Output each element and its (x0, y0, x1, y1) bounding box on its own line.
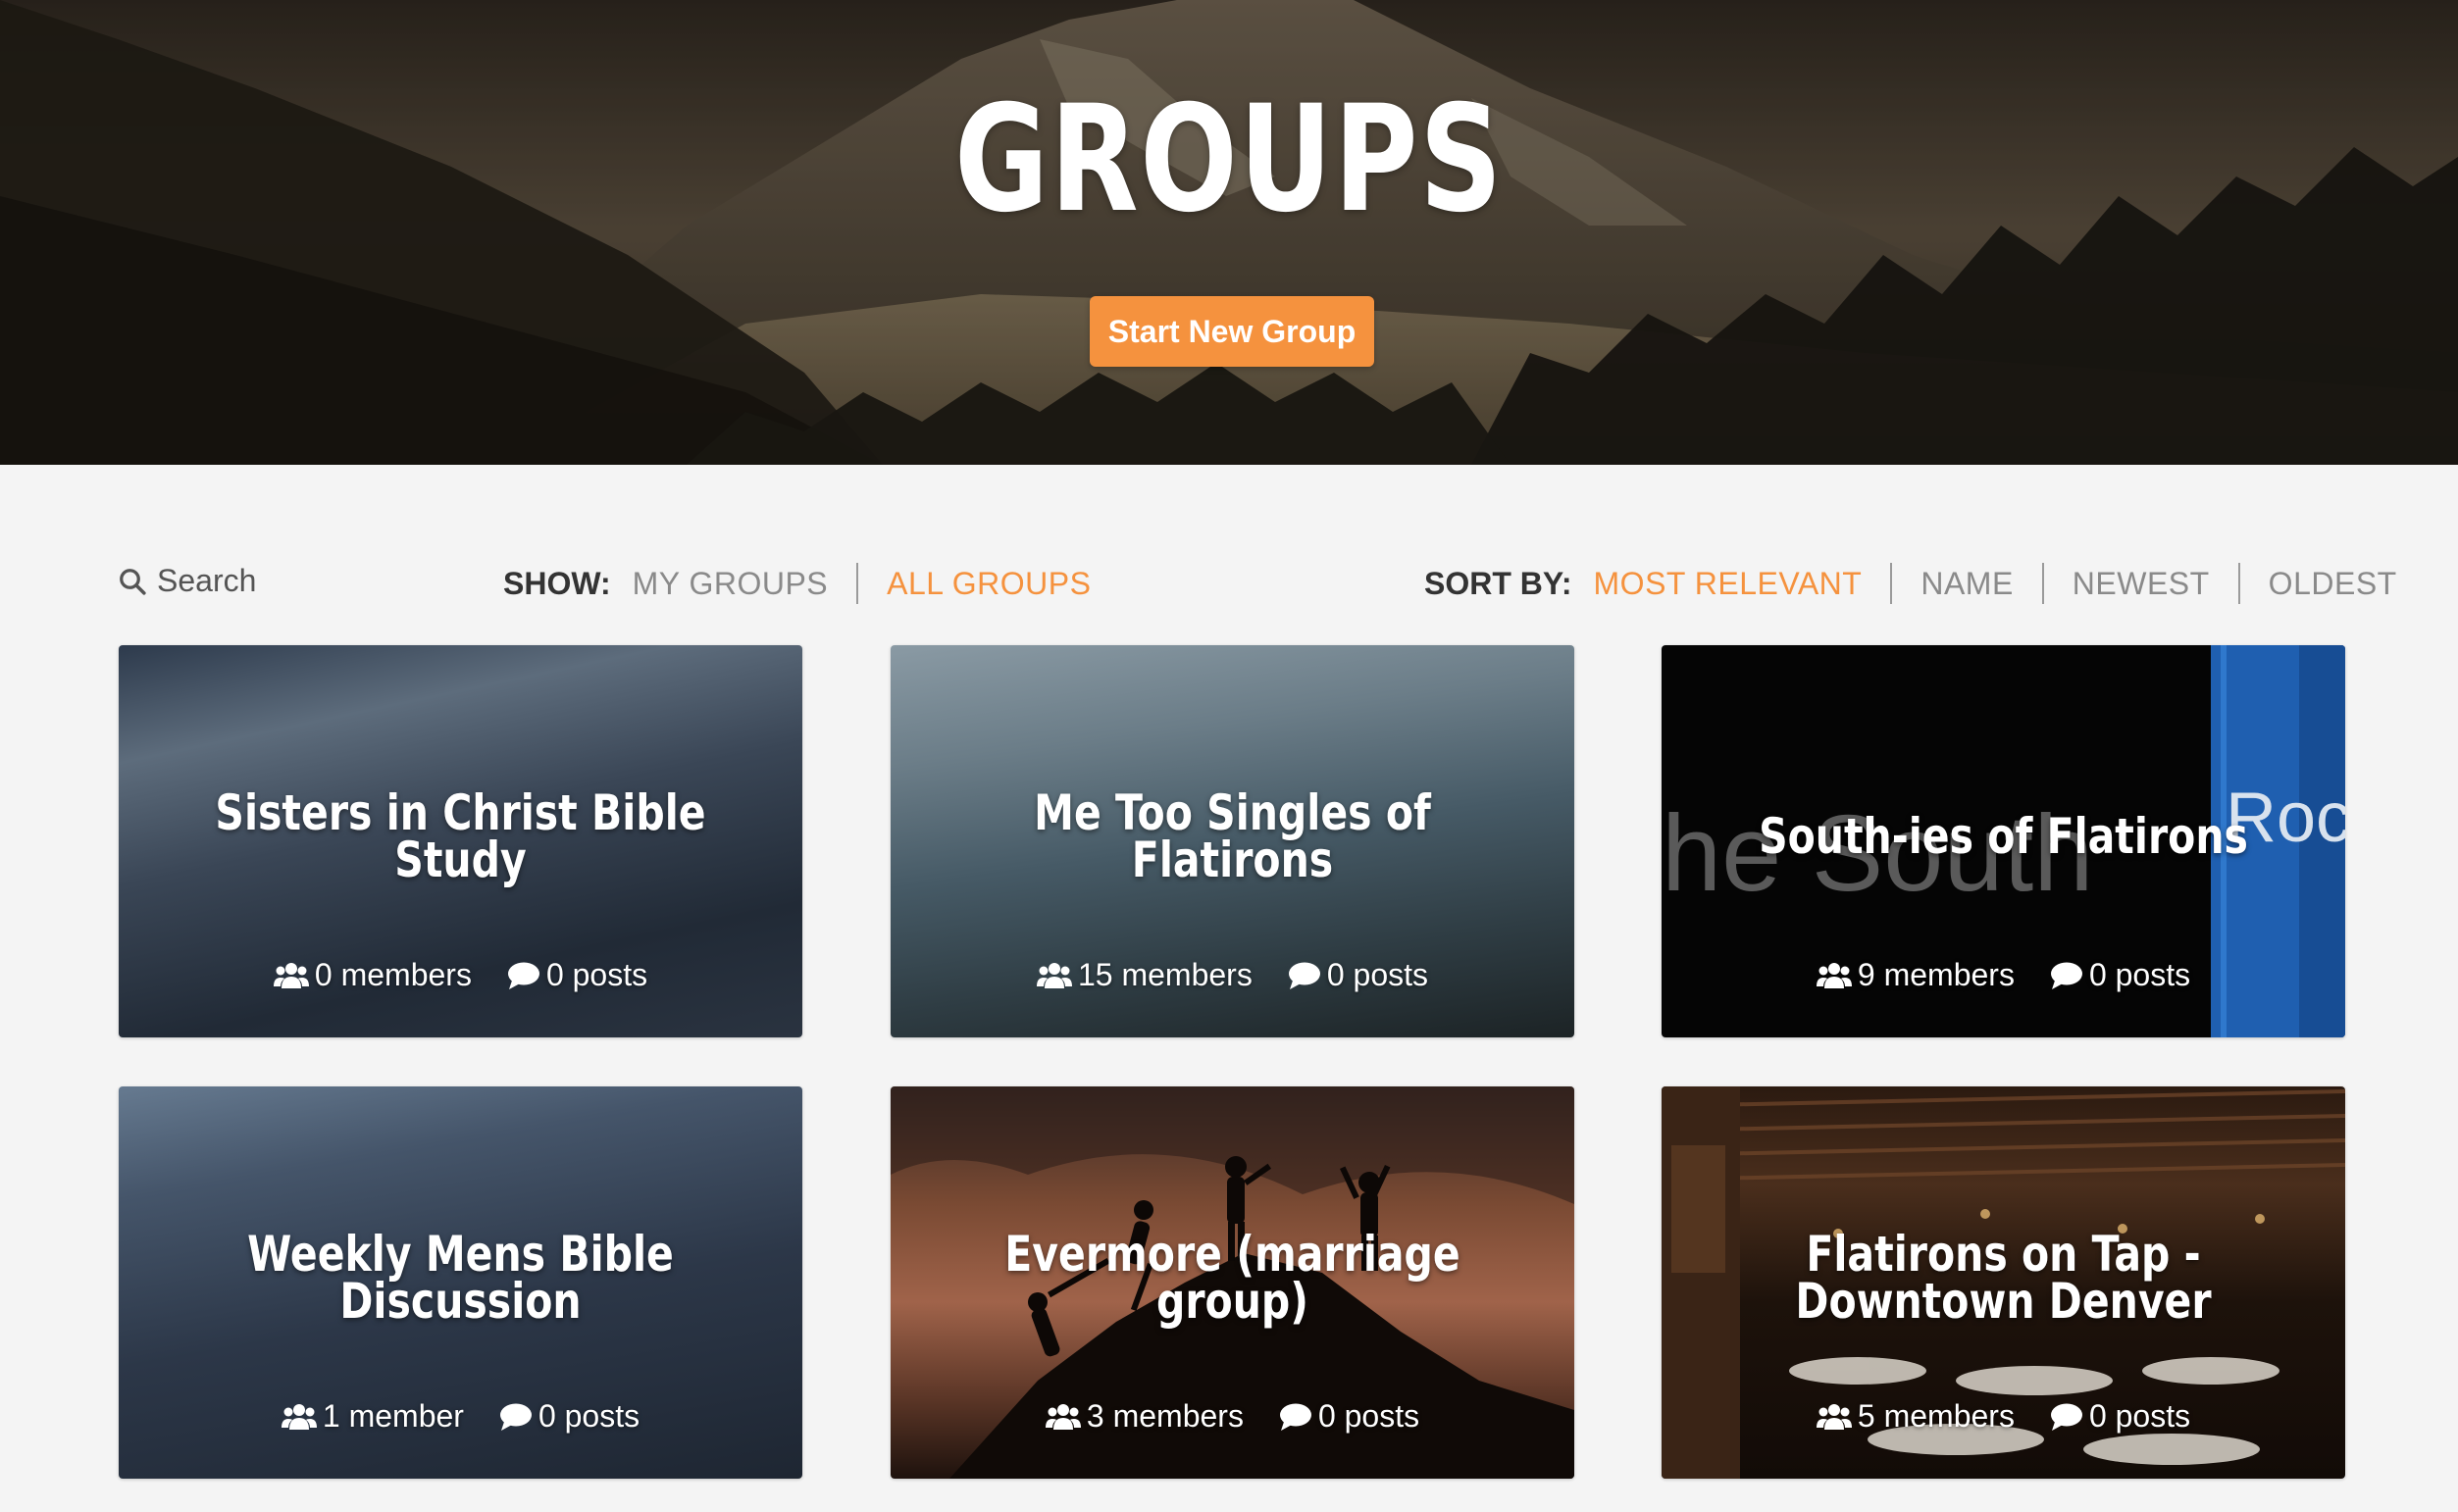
page-title: GROUPS (954, 75, 1504, 245)
group-card[interactable]: he South Roc South-ies of Flatirons 9 me… (1662, 645, 2345, 1037)
member-count: 3 members (1045, 1398, 1244, 1435)
group-stats: 3 members 0 posts (891, 1398, 1574, 1435)
post-count-text: 0 posts (1317, 1398, 1420, 1434)
post-count-text: 0 posts (2088, 1398, 2191, 1434)
groups-toolbar: SHOW: MY GROUPS ALL GROUPS SORT BY: MOST… (0, 549, 2458, 618)
search-input[interactable] (157, 563, 451, 599)
post-count: 0 posts (507, 957, 647, 993)
users-icon (1045, 1403, 1081, 1430)
group-card[interactable]: Weekly Mens Bible Discussion 1 member 0 … (119, 1086, 802, 1479)
sort-filter: SORT BY: MOST RELEVANT NAME NEWEST OLDES… (1424, 563, 2426, 604)
group-card[interactable]: Sisters in Christ Bible Study 0 members … (119, 645, 802, 1037)
show-option-all-groups[interactable]: ALL GROUPS (856, 563, 1119, 604)
search-box[interactable] (118, 563, 451, 599)
users-icon (1816, 1403, 1852, 1430)
comment-icon (2050, 1403, 2082, 1431)
member-count: 9 members (1816, 957, 2015, 993)
post-count: 0 posts (1288, 957, 1428, 993)
group-card[interactable]: Flatirons on Tap - Downtown Denver 5 mem… (1662, 1086, 2345, 1479)
member-count: 15 members (1036, 957, 1253, 993)
group-stats: 15 members 0 posts (891, 957, 1574, 993)
post-count: 0 posts (2050, 1398, 2190, 1435)
comment-icon (1279, 1403, 1311, 1431)
comment-icon (1288, 962, 1320, 989)
post-count-text: 0 posts (2088, 957, 2191, 992)
users-icon (1816, 962, 1852, 988)
member-count-text: 0 members (314, 957, 472, 992)
sort-option-newest[interactable]: NEWEST (2041, 563, 2238, 604)
users-icon (273, 962, 309, 988)
comment-icon (499, 1403, 532, 1431)
show-option-my-groups[interactable]: MY GROUPS (633, 563, 857, 604)
post-count-text: 0 posts (1326, 957, 1428, 992)
member-count-text: 9 members (1857, 957, 2015, 992)
users-icon (1036, 962, 1072, 988)
post-count: 0 posts (1279, 1398, 1419, 1435)
member-count-text: 15 members (1077, 957, 1253, 992)
member-count-text: 5 members (1857, 1398, 2015, 1434)
users-icon (281, 1403, 317, 1430)
hero-banner: GROUPS Start New Group (0, 0, 2458, 465)
member-count-text: 1 member (322, 1398, 464, 1434)
show-filter: SHOW: MY GROUPS ALL GROUPS (503, 563, 1119, 604)
member-count: 1 member (281, 1398, 464, 1435)
post-count: 0 posts (499, 1398, 640, 1435)
sort-option-oldest[interactable]: OLDEST (2237, 563, 2426, 604)
sort-label: SORT BY: (1424, 565, 1572, 601)
group-stats: 9 members 0 posts (1662, 957, 2345, 993)
group-card[interactable]: Me Too Singles of Flatirons 15 members 0… (891, 645, 1574, 1037)
group-stats: 5 members 0 posts (1662, 1398, 2345, 1435)
sort-option-name[interactable]: NAME (1890, 563, 2041, 604)
member-count-text: 3 members (1086, 1398, 1244, 1434)
post-count: 0 posts (2050, 957, 2190, 993)
search-icon (120, 568, 146, 595)
show-label: SHOW: (503, 565, 611, 601)
comment-icon (2050, 962, 2082, 989)
sort-option-most-relevant[interactable]: MOST RELEVANT (1594, 563, 1891, 604)
group-card[interactable]: Evermore (marriage group) 3 members 0 po… (891, 1086, 1574, 1479)
group-stats: 0 members 0 posts (119, 957, 802, 993)
post-count-text: 0 posts (545, 957, 648, 992)
group-stats: 1 member 0 posts (119, 1398, 802, 1435)
start-new-group-button[interactable]: Start New Group (1090, 296, 1374, 367)
post-count-text: 0 posts (538, 1398, 640, 1434)
comment-icon (507, 962, 539, 989)
member-count: 0 members (273, 957, 472, 993)
member-count: 5 members (1816, 1398, 2015, 1435)
